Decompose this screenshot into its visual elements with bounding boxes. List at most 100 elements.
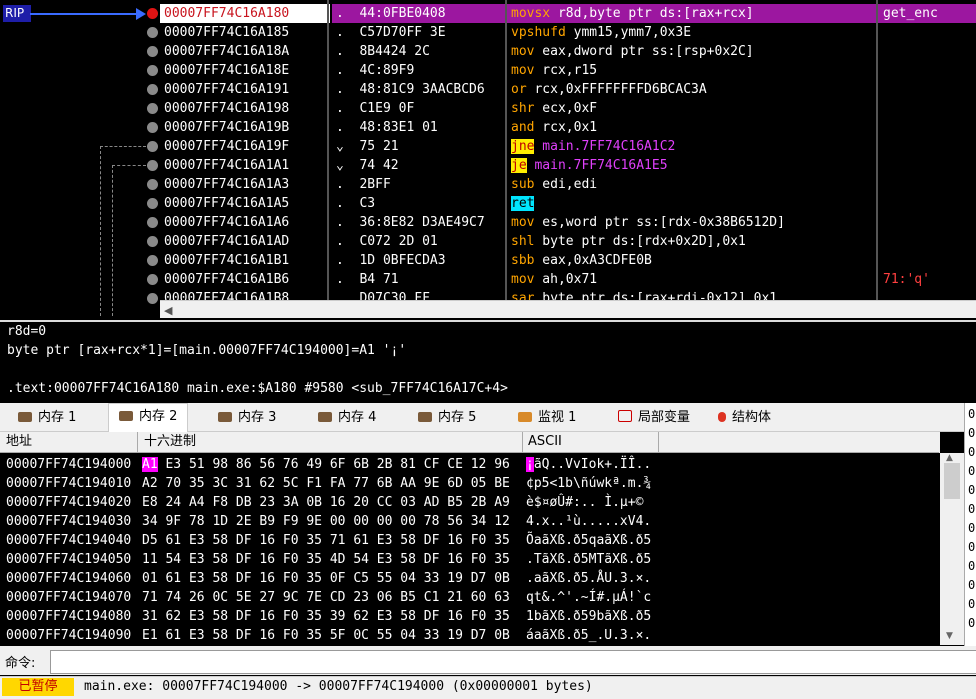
tab-内存-5[interactable]: 内存 5 [408, 405, 486, 431]
disasm-row[interactable]: 00007FF74C16A1A3 . 2BFF sub edi,edi [0, 175, 976, 194]
instruction-address[interactable]: 00007FF74C16A191 [160, 80, 330, 99]
instruction-address[interactable]: 00007FF74C16A1A3 [160, 175, 330, 194]
scroll-up-icon[interactable]: ▲ [946, 453, 953, 463]
column-header-address[interactable]: 地址 [0, 432, 138, 453]
dump-ascii-selected-char[interactable]: ¡ [526, 457, 534, 472]
horizontal-scrollbar[interactable]: ◀ [160, 300, 976, 318]
disasm-row[interactable]: 00007FF74C16A1AD . C072 2D 01 shl byte ptr… [0, 232, 976, 251]
dump-hex-selected-byte[interactable]: A1 [142, 457, 158, 472]
dump-row[interactable]: 00007FF74C194030 34 9F 78 1D 2E B9 F9 9E … [0, 512, 940, 531]
disasm-row[interactable]: 00007FF74C16A1A1 ⌄ 74 42 je main.7FF74C16A… [0, 156, 976, 175]
dump-address[interactable]: 00007FF74C194000 [6, 455, 131, 474]
instruction-address[interactable]: 00007FF74C16A1AD [160, 232, 330, 251]
scroll-thumb[interactable] [944, 463, 960, 499]
disasm-row[interactable]: 00007FF74C16A185 . C57D70FF 3E vpshufd ymm… [0, 23, 976, 42]
dump-ascii[interactable]: qt&.^'.~Í#.µÁ!`c [526, 588, 651, 607]
disasm-row[interactable]: 00007FF74C16A191 . 48:81C9 3AACBCD6 or rcx… [0, 80, 976, 99]
dump-hex[interactable]: 71 74 26 0C 5E 27 9C 7E CD 23 06 B5 C1 2… [142, 588, 510, 607]
dump-address[interactable]: 00007FF74C194010 [6, 474, 131, 493]
instruction-text[interactable]: sub edi,edi [507, 175, 879, 194]
column-header-ascii[interactable]: ASCII [522, 432, 659, 453]
instruction-text[interactable]: movsx r8d,byte ptr ds:[rax+rcx] [507, 4, 879, 23]
dump-ascii[interactable]: 1bãXß.ð59bãXß.ð5 [526, 607, 651, 626]
dump-hex[interactable]: A2 70 35 3C 31 62 5C F1 FA 77 6B AA 9E 6… [142, 474, 510, 493]
instruction-address[interactable]: 00007FF74C16A19F [160, 137, 330, 156]
dump-hex[interactable]: 31 62 E3 58 DF 16 F0 35 39 62 E3 58 DF 1… [142, 607, 510, 626]
dump-address[interactable]: 00007FF74C194080 [6, 607, 131, 626]
instruction-text[interactable]: mov eax,dword ptr ss:[rsp+0x2C] [507, 42, 879, 61]
instruction-address[interactable]: 00007FF74C16A180 [160, 4, 330, 23]
disasm-row[interactable]: 00007FF74C16A19F ⌄ 75 21 jne main.7FF74C16… [0, 137, 976, 156]
instruction-address[interactable]: 00007FF74C16A1A1 [160, 156, 330, 175]
dump-hex[interactable]: D5 61 E3 58 DF 16 F0 35 71 61 E3 58 DF 1… [142, 531, 510, 550]
dump-hex[interactable]: 01 61 E3 58 DF 16 F0 35 0F C5 55 04 33 1… [142, 569, 510, 588]
instruction-address[interactable]: 00007FF74C16A185 [160, 23, 330, 42]
instruction-text[interactable]: mov ah,0x71 [507, 270, 879, 289]
dump-hex[interactable]: 11 54 E3 58 DF 16 F0 35 4D 54 E3 58 DF 1… [142, 550, 510, 569]
disasm-row[interactable]: 00007FF74C16A198 . C1E9 0F shr ecx,0xF [0, 99, 976, 118]
dump-row[interactable]: 00007FF74C194050 11 54 E3 58 DF 16 F0 35 … [0, 550, 940, 569]
dump-hex[interactable]: 34 9F 78 1D 2E B9 F9 9E 00 00 00 00 78 5… [142, 512, 510, 531]
tab-局部变量[interactable]: 局部变量 [608, 405, 700, 431]
instruction-address[interactable]: 00007FF74C16A1A5 [160, 194, 330, 213]
instruction-text[interactable]: vpshufd ymm15,ymm7,0x3E [507, 23, 879, 42]
dump-address[interactable]: 00007FF74C194040 [6, 531, 131, 550]
instruction-address[interactable]: 00007FF74C16A198 [160, 99, 330, 118]
dump-row[interactable]: 00007FF74C194070 71 74 26 0C 5E 27 9C 7E … [0, 588, 940, 607]
dump-row[interactable]: 00007FF74C194080 31 62 E3 58 DF 16 F0 35 … [0, 607, 940, 626]
dump-address[interactable]: 00007FF74C194020 [6, 493, 131, 512]
instruction-text[interactable]: shr ecx,0xF [507, 99, 879, 118]
dump-row[interactable]: 00007FF74C194090 E1 61 E3 58 DF 16 F0 35 … [0, 626, 940, 645]
disasm-row[interactable]: 00007FF74C16A1B6 . B4 71 mov ah,0x71 71:'q' [0, 270, 976, 289]
dump-ascii[interactable]: .aãXß.ð5.ÅU.3.×. [526, 569, 651, 588]
instruction-text[interactable]: ret [507, 194, 879, 213]
disasm-row[interactable]: 00007FF74C16A180. 44:0FBE0408 movsx r8d,b… [0, 4, 976, 23]
instruction-text[interactable]: mov rcx,r15 [507, 61, 879, 80]
dump-row[interactable]: 00007FF74C194040 D5 61 E3 58 DF 16 F0 35 … [0, 531, 940, 550]
instruction-address[interactable]: 00007FF74C16A19B [160, 118, 330, 137]
dump-row[interactable]: 00007FF74C194060 01 61 E3 58 DF 16 F0 35 … [0, 569, 940, 588]
tab-内存-4[interactable]: 内存 4 [308, 405, 386, 431]
scroll-left-icon[interactable]: ◀ [164, 304, 172, 317]
disasm-row[interactable]: 00007FF74C16A1B1 . 1D 0BFECDA3 sbb eax,0xA… [0, 251, 976, 270]
disasm-row[interactable]: 00007FF74C16A18A . 8B4424 2C mov eax,dword… [0, 42, 976, 61]
instruction-text[interactable]: and rcx,0x1 [507, 118, 879, 137]
dump-ascii[interactable]: áaãXß.ð5_.U.3.×. [526, 626, 651, 645]
dump-ascii[interactable]: ÕaãXß.ð5qaãXß.ð5 [526, 531, 651, 550]
disasm-row[interactable]: 00007FF74C16A19B . 48:83E1 01 and rcx,0x1 [0, 118, 976, 137]
instruction-address[interactable]: 00007FF74C16A18E [160, 61, 330, 80]
instruction-text[interactable]: jne main.7FF74C16A1C2 [507, 137, 879, 156]
instruction-text[interactable]: or rcx,0xFFFFFFFFD6BCAC3A [507, 80, 879, 99]
instruction-text[interactable]: sbb eax,0xA3CDFE0B [507, 251, 879, 270]
dump-ascii[interactable]: ¢p5<1b\ñúwkª.m.¾ [526, 474, 651, 493]
disasm-row[interactable]: 00007FF74C16A1A5 . C3 ret [0, 194, 976, 213]
dump-hex[interactable]: E1 61 E3 58 DF 16 F0 35 5F 0C 55 04 33 1… [142, 626, 510, 645]
dump-address[interactable]: 00007FF74C194050 [6, 550, 131, 569]
tab-内存-3[interactable]: 内存 3 [208, 405, 286, 431]
dump-address[interactable]: 00007FF74C194030 [6, 512, 131, 531]
scroll-down-icon[interactable]: ▼ [946, 631, 953, 641]
instruction-address[interactable]: 00007FF74C16A1B6 [160, 270, 330, 289]
dump-row[interactable]: 00007FF74C194010 A2 70 35 3C 31 62 5C F1 … [0, 474, 940, 493]
tab-内存-2[interactable]: 内存 2 [108, 403, 189, 433]
dump-address[interactable]: 00007FF74C194070 [6, 588, 131, 607]
disasm-row[interactable]: 00007FF74C16A18E . 4C:89F9 mov rcx,r15 [0, 61, 976, 80]
dump-row[interactable]: 00007FF74C194020 E8 24 A4 F8 DB 23 3A 0B … [0, 493, 940, 512]
dump-ascii[interactable]: ¡ãQ..VvIok+.ÏÎ.. [526, 455, 651, 474]
dump-address[interactable]: 00007FF74C194060 [6, 569, 131, 588]
command-input[interactable] [50, 650, 976, 674]
dump-ascii[interactable]: è$¤øÛ#:.. Ì.µ+© [526, 493, 643, 512]
dump-body[interactable]: 00007FF74C194000 A1 E3 51 98 86 56 76 49 … [0, 453, 940, 645]
instruction-text[interactable]: je main.7FF74C16A1E5 [507, 156, 879, 175]
instruction-address[interactable]: 00007FF74C16A18A [160, 42, 330, 61]
dump-address[interactable]: 00007FF74C194090 [6, 626, 131, 645]
dump-vertical-scrollbar[interactable]: ▲ ▼ [940, 453, 964, 645]
tab-监视-1[interactable]: 监视 1 [508, 405, 586, 431]
tab-结构体[interactable]: 结构体 [708, 405, 781, 431]
dump-row[interactable]: 00007FF74C194000 A1 E3 51 98 86 56 76 49 … [0, 455, 940, 474]
disasm-row[interactable]: 00007FF74C16A1A6 . 36:8E82 D3AE49C7 mov es… [0, 213, 976, 232]
instruction-address[interactable]: 00007FF74C16A1A6 [160, 213, 330, 232]
instruction-text[interactable]: shl byte ptr ds:[rdx+0x2D],0x1 [507, 232, 879, 251]
dump-ascii[interactable]: 4.x..¹ù.....xV4. [526, 512, 651, 531]
tab-内存-1[interactable]: 内存 1 [8, 405, 86, 431]
